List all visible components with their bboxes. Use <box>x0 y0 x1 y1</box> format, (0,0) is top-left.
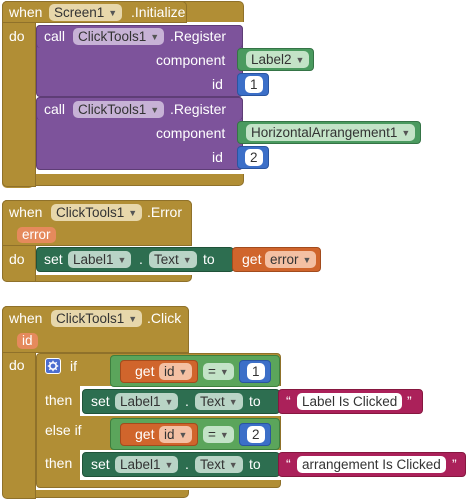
when-keyword: when <box>9 4 43 20</box>
when-keyword: when <box>9 310 43 326</box>
chevron-down-icon: ▼ <box>219 366 229 377</box>
component-name: HorizontalArrangement1 <box>251 124 398 140</box>
component-dropdown-label1[interactable]: Label1 ▼ <box>115 456 179 473</box>
set-keyword: set <box>91 393 110 409</box>
get-keyword: get <box>135 363 155 379</box>
component-name: Label1 <box>73 251 114 267</box>
component-name: ClickTools1 <box>56 204 125 220</box>
chevron-down-icon: ▼ <box>150 104 160 115</box>
chevron-down-icon: ▼ <box>182 254 192 265</box>
property-dropdown-text[interactable]: Text ▼ <box>149 251 197 268</box>
component-name: ClickTools1 <box>56 310 125 326</box>
set-keyword: set <box>44 251 63 267</box>
property-name: Text <box>154 251 179 267</box>
to-keyword: to <box>203 251 215 267</box>
variable-dropdown-id[interactable]: id ▼ <box>159 363 193 380</box>
event-name: .Click <box>147 310 182 326</box>
dot-separator: . <box>185 393 189 409</box>
property-dropdown-text[interactable]: Text ▼ <box>195 456 243 473</box>
component-dropdown-label2[interactable]: Label2 ▼ <box>246 51 310 68</box>
chevron-down-icon: ▼ <box>117 254 127 265</box>
get-keyword: get <box>242 251 262 267</box>
set-keyword: set <box>91 456 110 472</box>
chevron-down-icon: ▼ <box>164 396 174 407</box>
event-name: .Error <box>147 204 182 220</box>
component-dropdown-clicktools[interactable]: ClickTools1 ▼ <box>73 101 165 118</box>
component-dropdown-clicktools[interactable]: ClickTools1 ▼ <box>51 310 143 327</box>
property-dropdown-text[interactable]: Text ▼ <box>195 393 243 410</box>
method-name: .Register <box>170 28 227 44</box>
component-name: Label1 <box>120 393 161 409</box>
do-keyword: do <box>9 251 25 267</box>
quote-open-icon: “ <box>286 456 291 472</box>
param-label-component: component <box>156 52 226 68</box>
quote-close-icon: ” <box>407 393 412 409</box>
chevron-down-icon: ▼ <box>295 54 305 65</box>
dot-separator: . <box>139 251 143 267</box>
chevron-down-icon: ▼ <box>228 396 238 407</box>
component-dropdown-screen1[interactable]: Screen1 ▼ <box>49 4 123 21</box>
when-keyword: when <box>9 204 43 220</box>
component-dropdown-label1[interactable]: Label1 ▼ <box>68 251 132 268</box>
chevron-down-icon: ▼ <box>302 254 312 265</box>
to-keyword: to <box>249 456 261 472</box>
component-name: ClickTools1 <box>78 101 147 117</box>
variable-name: error <box>270 251 299 267</box>
param-label-id: id <box>212 149 223 165</box>
number-field[interactable]: 1 <box>247 363 265 380</box>
event-param-error[interactable]: error <box>17 227 56 243</box>
gear-icon[interactable] <box>45 358 61 374</box>
else-if-keyword: else if <box>45 422 82 438</box>
get-keyword: get <box>135 426 155 442</box>
param-label-id: id <box>212 76 223 92</box>
method-name: .Register <box>170 101 227 117</box>
chevron-down-icon: ▼ <box>128 207 138 218</box>
chevron-down-icon: ▼ <box>164 459 174 470</box>
number-field[interactable]: 1 <box>245 76 263 93</box>
chevron-down-icon: ▼ <box>401 127 411 138</box>
chevron-down-icon: ▼ <box>128 313 138 324</box>
operator-dropdown-equals[interactable]: = ▼ <box>203 363 234 380</box>
chevron-down-icon: ▼ <box>178 366 188 377</box>
do-keyword: do <box>9 28 25 44</box>
chevron-down-icon: ▼ <box>108 7 118 18</box>
text-field[interactable]: arrangement Is Clicked <box>297 456 446 473</box>
to-keyword: to <box>249 393 261 409</box>
component-name: Label2 <box>251 51 292 67</box>
do-keyword: do <box>9 357 25 373</box>
variable-name: id <box>164 426 175 442</box>
quote-close-icon: ” <box>452 456 457 472</box>
component-dropdown-horizontal-arrangement[interactable]: HorizontalArrangement1 ▼ <box>246 124 416 141</box>
component-name: Label1 <box>120 456 161 472</box>
number-field[interactable]: 2 <box>245 149 263 166</box>
component-dropdown-clicktools[interactable]: ClickTools1 ▼ <box>51 204 143 221</box>
variable-name: id <box>164 363 175 379</box>
chevron-down-icon: ▼ <box>228 459 238 470</box>
variable-dropdown-id[interactable]: id ▼ <box>159 426 193 443</box>
property-name: Text <box>200 393 225 409</box>
component-name: Screen1 <box>54 4 105 20</box>
chevron-down-icon: ▼ <box>150 31 160 42</box>
param-label-component: component <box>156 125 226 141</box>
property-name: Text <box>200 456 225 472</box>
then-keyword: then <box>45 455 73 471</box>
number-field[interactable]: 2 <box>247 426 265 443</box>
dot-separator: . <box>185 456 189 472</box>
call-keyword: call <box>44 28 66 44</box>
chevron-down-icon: ▼ <box>178 429 188 440</box>
component-dropdown-label1[interactable]: Label1 ▼ <box>115 393 179 410</box>
component-dropdown-clicktools[interactable]: ClickTools1 ▼ <box>73 28 165 45</box>
text-field[interactable]: Label Is Clicked <box>297 393 403 410</box>
component-name: ClickTools1 <box>78 28 147 44</box>
then-keyword: then <box>45 392 73 408</box>
quote-open-icon: “ <box>286 393 291 409</box>
event-name: .Initialize <box>131 4 186 20</box>
if-keyword: if <box>70 358 77 374</box>
variable-dropdown-error[interactable]: error ▼ <box>265 251 317 268</box>
chevron-down-icon: ▼ <box>219 429 229 440</box>
operator-dropdown-equals[interactable]: = ▼ <box>203 426 234 443</box>
call-keyword: call <box>44 101 66 117</box>
event-param-id[interactable]: id <box>17 333 38 349</box>
